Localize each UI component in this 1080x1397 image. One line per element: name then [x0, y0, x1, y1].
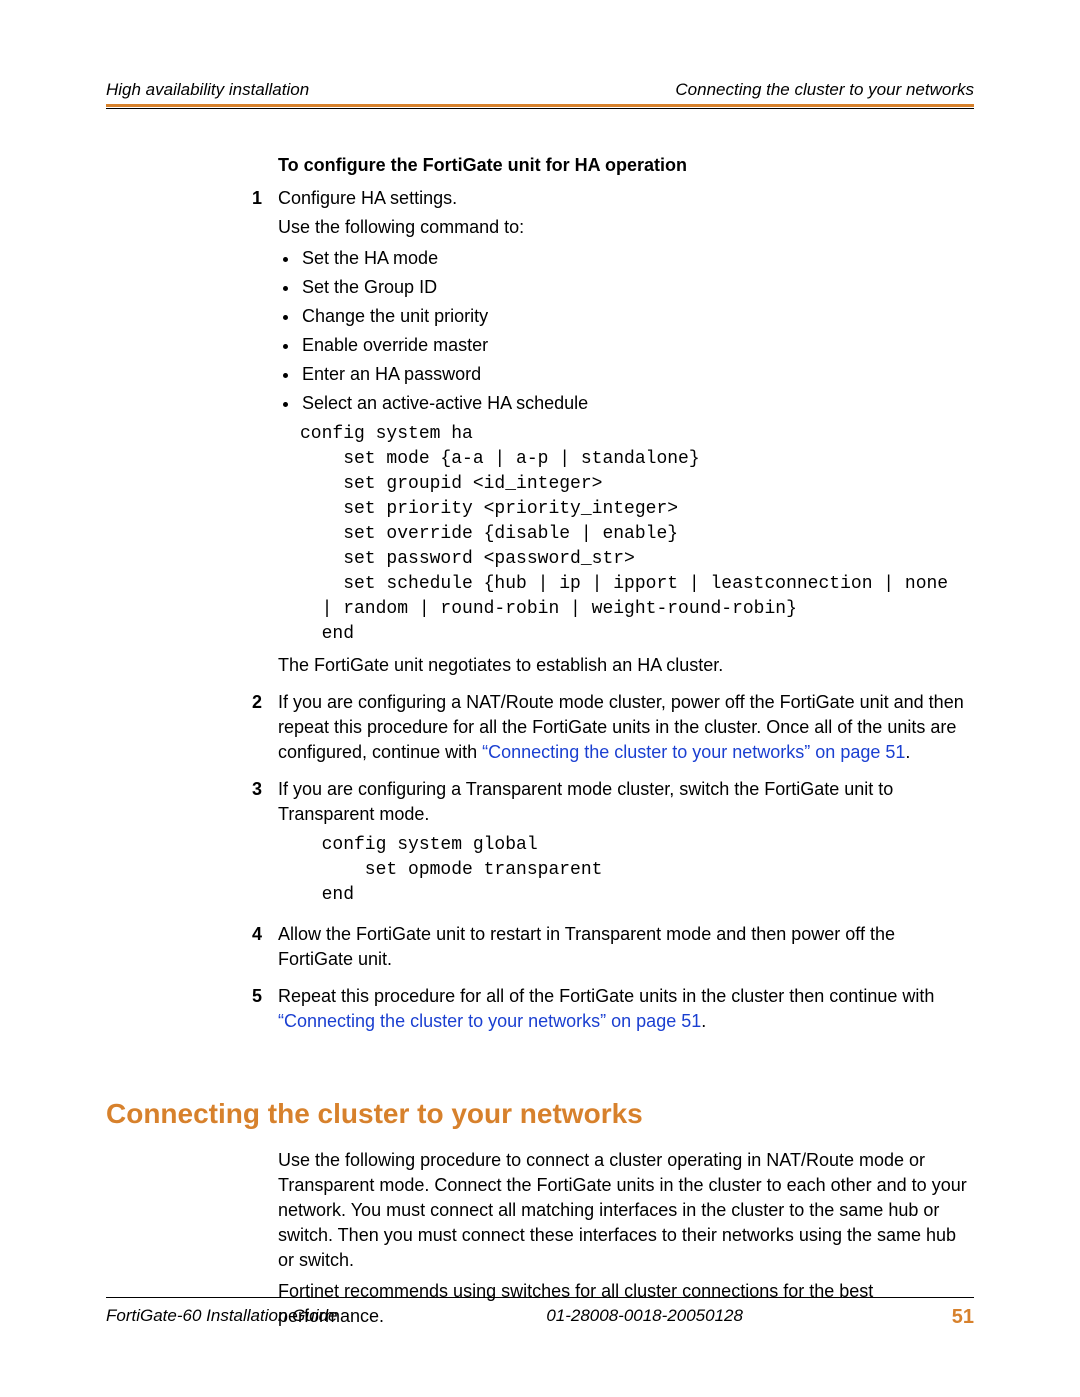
- section-heading: Connecting the cluster to your networks: [106, 1098, 974, 1130]
- cross-reference-link[interactable]: “Connecting the cluster to your networks…: [278, 1011, 701, 1031]
- running-header: High availability installation Connectin…: [106, 80, 974, 107]
- text-run: Repeat this procedure for all of the For…: [278, 986, 934, 1006]
- step-body: Allow the FortiGate unit to restart in T…: [278, 922, 974, 976]
- page-number: 51: [952, 1306, 974, 1329]
- body-paragraph: Use the following procedure to connect a…: [278, 1148, 974, 1273]
- header-right: Connecting the cluster to your networks: [675, 80, 974, 100]
- step-text: Configure HA settings.: [278, 186, 974, 211]
- step-body: Configure HA settings. Use the following…: [278, 186, 974, 682]
- section-title: To configure the FortiGate unit for HA o…: [278, 155, 974, 176]
- step-text: Use the following command to:: [278, 215, 974, 240]
- footer-left: FortiGate-60 Installation Guide: [106, 1306, 338, 1329]
- step-text: If you are configuring a NAT/Route mode …: [278, 690, 974, 765]
- step-1: 1 Configure HA settings. Use the followi…: [252, 186, 974, 682]
- cross-reference-link[interactable]: “Connecting the cluster to your networks…: [482, 742, 905, 762]
- bullet-list: Set the HA mode Set the Group ID Change …: [300, 246, 974, 416]
- running-footer: FortiGate-60 Installation Guide 01-28008…: [106, 1297, 974, 1329]
- header-left: High availability installation: [106, 80, 309, 100]
- page-root: High availability installation Connectin…: [0, 0, 1080, 1397]
- list-item: Set the Group ID: [300, 275, 974, 300]
- step-5: 5 Repeat this procedure for all of the F…: [252, 984, 974, 1038]
- list-item: Select an active-active HA schedule: [300, 391, 974, 416]
- code-block: config system global set opmode transpar…: [300, 833, 974, 908]
- step-number: 3: [252, 777, 278, 914]
- step-text: The FortiGate unit negotiates to establi…: [278, 653, 974, 678]
- step-text: Repeat this procedure for all of the For…: [278, 984, 974, 1034]
- step-text: Allow the FortiGate unit to restart in T…: [278, 922, 974, 972]
- step-body: If you are configuring a NAT/Route mode …: [278, 690, 974, 769]
- list-item: Set the HA mode: [300, 246, 974, 271]
- step-number: 5: [252, 984, 278, 1038]
- step-text: If you are configuring a Transparent mod…: [278, 777, 974, 827]
- text-run: .: [701, 1011, 706, 1031]
- list-item: Enable override master: [300, 333, 974, 358]
- step-2: 2 If you are configuring a NAT/Route mod…: [252, 690, 974, 769]
- text-run: .: [905, 742, 910, 762]
- step-body: Repeat this procedure for all of the For…: [278, 984, 974, 1038]
- code-block: config system ha set mode {a-a | a-p | s…: [300, 422, 974, 647]
- step-3: 3 If you are configuring a Transparent m…: [252, 777, 974, 914]
- step-number: 4: [252, 922, 278, 976]
- footer-center: 01-28008-0018-20050128: [546, 1306, 743, 1329]
- step-body: If you are configuring a Transparent mod…: [278, 777, 974, 914]
- step-number: 1: [252, 186, 278, 682]
- step-4: 4 Allow the FortiGate unit to restart in…: [252, 922, 974, 976]
- content-column: To configure the FortiGate unit for HA o…: [278, 155, 974, 1038]
- list-item: Enter an HA password: [300, 362, 974, 387]
- step-number: 2: [252, 690, 278, 769]
- header-rule: [106, 108, 974, 109]
- list-item: Change the unit priority: [300, 304, 974, 329]
